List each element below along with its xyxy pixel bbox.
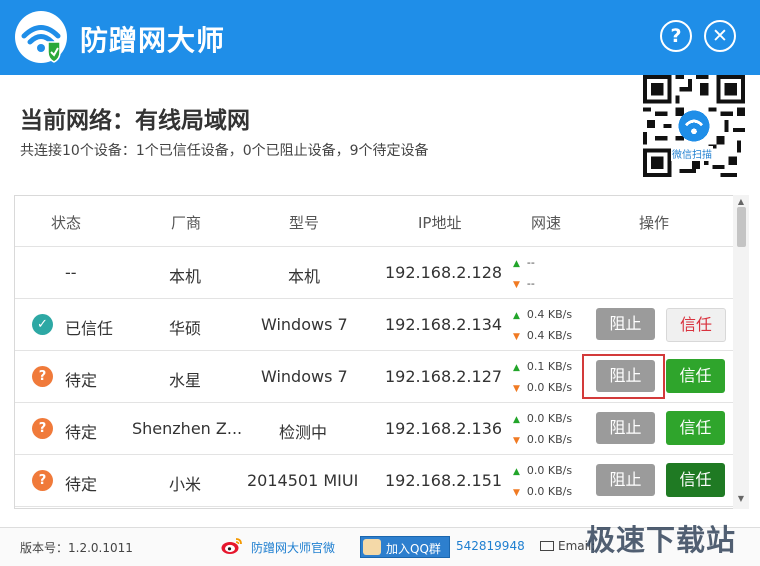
upload-arrow-icon: ▲ bbox=[513, 259, 520, 269]
device-vendor: 华硕 bbox=[169, 319, 202, 338]
download-arrow-icon: ▼ bbox=[513, 332, 520, 342]
upload-speed: ▲ 0.0 KB/s bbox=[513, 464, 573, 477]
download-speed: ▼ 0.0 KB/s bbox=[513, 381, 573, 394]
trust-button[interactable]: 信任 bbox=[666, 308, 726, 342]
trust-button[interactable]: 信任 bbox=[666, 359, 725, 393]
device-ip: 192.168.2.134 bbox=[385, 315, 503, 334]
column-header-speed: 网速 bbox=[531, 214, 562, 232]
upload-speed: ▲ 0.0 KB/s bbox=[513, 412, 573, 425]
qq-group-number: 542819948 bbox=[456, 539, 525, 553]
network-title: 当前网络：有线局域网 bbox=[20, 108, 250, 134]
column-header-model: 型号 bbox=[289, 214, 320, 232]
device-status: -- bbox=[65, 263, 77, 282]
device-vendor: 水星 bbox=[169, 371, 202, 390]
device-ip: 192.168.2.136 bbox=[385, 419, 503, 438]
device-model: Windows 7 bbox=[261, 315, 348, 334]
device-model: Windows 7 bbox=[261, 367, 348, 386]
device-ip: 192.168.2.127 bbox=[385, 367, 503, 386]
device-vendor: 本机 bbox=[169, 267, 202, 286]
download-speed: ▼ -- bbox=[513, 277, 535, 290]
upload-speed: ▲ 0.4 KB/s bbox=[513, 308, 573, 321]
download-arrow-icon: ▼ bbox=[513, 384, 520, 394]
join-qq-group-label: 加入QQ群 bbox=[386, 542, 441, 556]
weibo-icon[interactable] bbox=[221, 537, 243, 555]
version-label: 版本号：1.2.0.1011 bbox=[20, 541, 133, 555]
device-table: 状态 厂商 型号 IP地址 网速 操作 -- 本机 本机 192.168.2.1… bbox=[14, 195, 734, 509]
device-vendor: 小米 bbox=[169, 475, 202, 494]
help-button[interactable]: ? bbox=[660, 20, 692, 52]
scroll-up-arrow-icon[interactable]: ▲ bbox=[733, 197, 749, 207]
pending-question-icon: ? bbox=[32, 470, 53, 491]
scroll-down-arrow-icon[interactable]: ▼ bbox=[733, 494, 749, 504]
device-status: 已信任 bbox=[65, 319, 114, 338]
upload-arrow-icon: ▲ bbox=[513, 311, 520, 321]
app-title: 防蹭网大师 bbox=[80, 24, 226, 57]
device-summary: 共连接10个设备：1个已信任设备，0个已阻止设备，9个待定设备 bbox=[20, 143, 429, 159]
table-row: ? 待定 小米 2014501 MIUI 192.168.2.151 ▲ 0.0… bbox=[15, 455, 733, 507]
device-ip: 192.168.2.128 bbox=[385, 263, 503, 282]
close-button[interactable]: ✕ bbox=[704, 20, 736, 52]
join-qq-group-button[interactable]: 加入QQ群 bbox=[360, 536, 450, 558]
watermark: 极速下载站 bbox=[586, 523, 737, 557]
download-speed: ▼ 0.0 KB/s bbox=[513, 485, 573, 498]
trust-button[interactable]: 信任 bbox=[666, 463, 725, 497]
table-header: 状态 厂商 型号 IP地址 网速 操作 bbox=[15, 196, 733, 247]
pending-question-icon: ? bbox=[32, 366, 53, 387]
upload-speed: ▲ -- bbox=[513, 256, 535, 269]
download-arrow-icon: ▼ bbox=[513, 280, 520, 290]
device-status: 待定 bbox=[65, 423, 98, 442]
download-arrow-icon: ▼ bbox=[513, 436, 520, 446]
weibo-link[interactable]: 防蹭网大师官微 bbox=[251, 539, 335, 556]
highlight-box bbox=[582, 354, 665, 399]
trusted-check-icon: ✓ bbox=[32, 314, 53, 335]
column-header-status: 状态 bbox=[51, 214, 82, 232]
column-header-ip: IP地址 bbox=[418, 214, 462, 232]
qr-code-icon bbox=[643, 75, 745, 177]
download-arrow-icon: ▼ bbox=[513, 488, 520, 498]
block-button[interactable]: 阻止 bbox=[596, 308, 655, 340]
block-button[interactable]: 阻止 bbox=[596, 412, 655, 444]
column-header-vendor: 厂商 bbox=[171, 214, 202, 232]
qq-group-icon bbox=[363, 539, 381, 555]
trust-button[interactable]: 信任 bbox=[666, 411, 725, 445]
device-ip: 192.168.2.151 bbox=[385, 471, 503, 490]
table-row: ? 待定 Shenzhen Z... 检测中 192.168.2.136 ▲ 0… bbox=[15, 403, 733, 455]
device-vendor: Shenzhen Z... bbox=[132, 419, 243, 438]
upload-speed: ▲ 0.1 KB/s bbox=[513, 360, 573, 373]
device-model: 2014501 MIUI bbox=[247, 471, 359, 490]
upload-arrow-icon: ▲ bbox=[513, 415, 520, 425]
device-model: 本机 bbox=[288, 267, 321, 286]
scroll-thumb[interactable] bbox=[737, 207, 746, 247]
pending-question-icon: ? bbox=[32, 418, 53, 439]
block-button[interactable]: 阻止 bbox=[596, 464, 655, 496]
mail-icon bbox=[540, 541, 554, 551]
upload-arrow-icon: ▲ bbox=[513, 467, 520, 477]
column-header-actions: 操作 bbox=[639, 214, 670, 232]
title-bar: 防蹭网大师 ? ✕ bbox=[0, 0, 760, 75]
qr-code-label: 微信扫描 bbox=[671, 146, 713, 161]
wifi-shield-logo-icon bbox=[15, 11, 67, 63]
download-speed: ▼ 0.0 KB/s bbox=[513, 433, 573, 446]
table-scrollbar[interactable]: ▲ ▼ bbox=[733, 195, 749, 509]
download-speed: ▼ 0.4 KB/s bbox=[513, 329, 573, 342]
table-row: -- 本机 本机 192.168.2.128 ▲ -- ▼ -- bbox=[15, 247, 733, 299]
device-status: 待定 bbox=[65, 475, 98, 494]
device-status: 待定 bbox=[65, 371, 98, 390]
device-model: 检测中 bbox=[279, 423, 328, 442]
upload-arrow-icon: ▲ bbox=[513, 363, 520, 373]
table-row: ✓ 已信任 华硕 Windows 7 192.168.2.134 ▲ 0.4 K… bbox=[15, 299, 733, 351]
